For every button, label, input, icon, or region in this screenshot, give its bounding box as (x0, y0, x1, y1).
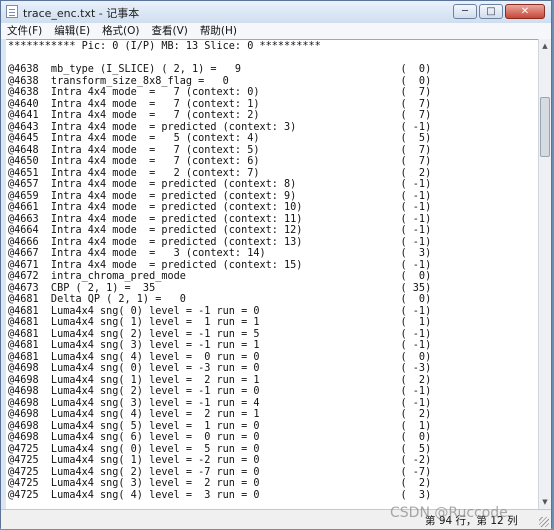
text-line[interactable]: @4650 Intra 4x4 mode = 7 (context: 6) ( … (8, 156, 431, 167)
text-line[interactable]: *********** Pic: 0 (I/P) MB: 13 Slice: 0… (8, 41, 321, 52)
text-line[interactable]: @4672 intra_chroma_pred_mode ( 0) (8, 271, 431, 282)
text-line[interactable]: @4698 Luma4x4 sng( 1) level = 2 run = 1 … (8, 375, 431, 386)
menu-bar: 文件(F) 编辑(E) 格式(O) 查看(V) 帮助(H) (1, 23, 551, 39)
text-line[interactable]: @4645 Intra 4x4 mode = 5 (context: 4) ( … (8, 133, 431, 144)
text-line[interactable]: @4643 Intra 4x4 mode = predicted (contex… (8, 122, 431, 133)
text-line[interactable]: @4659 Intra 4x4 mode = predicted (contex… (8, 191, 431, 202)
text-line[interactable]: @4663 Intra 4x4 mode = predicted (contex… (8, 214, 431, 225)
editor-text[interactable]: *********** Pic: 0 (I/P) MB: 13 Slice: 0… (6, 40, 538, 501)
text-line[interactable]: @4657 Intra 4x4 mode = predicted (contex… (8, 179, 431, 190)
minimize-button[interactable]: ─ (453, 4, 477, 19)
text-line[interactable]: @4641 Intra 4x4 mode = 7 (context: 2) ( … (8, 110, 431, 121)
text-line[interactable]: @4698 Luma4x4 sng( 2) level = -1 run = 0… (8, 386, 431, 397)
window-controls: ─ □ ✕ (453, 4, 545, 19)
text-line[interactable]: @4648 Intra 4x4 mode = 7 (context: 5) ( … (8, 145, 431, 156)
text-line[interactable]: @4666 Intra 4x4 mode = predicted (contex… (8, 237, 431, 248)
text-line[interactable]: @4638 mb_type (I_SLICE) ( 2, 1) = 9 ( 0) (8, 64, 431, 75)
text-line[interactable]: @4725 Luma4x4 sng( 0) level = 5 run = 0 … (8, 444, 431, 455)
title-bar[interactable]: trace_enc.txt - 记事本 ─ □ ✕ (1, 1, 551, 23)
menu-format[interactable]: 格式(O) (96, 23, 145, 39)
text-line[interactable]: @4725 Luma4x4 sng( 1) level = -2 run = 0… (8, 455, 431, 466)
text-line[interactable]: @4698 Luma4x4 sng( 5) level = 1 run = 0 … (8, 421, 431, 432)
text-line[interactable]: @4640 Intra 4x4 mode = 7 (context: 1) ( … (8, 99, 431, 110)
close-button[interactable]: ✕ (505, 4, 545, 19)
text-line[interactable]: @4667 Intra 4x4 mode = 3 (context: 14) (… (8, 248, 431, 259)
text-line[interactable]: @4698 Luma4x4 sng( 6) level = 0 run = 0 … (8, 432, 431, 443)
text-line[interactable]: @4681 Luma4x4 sng( 3) level = -1 run = 1… (8, 340, 431, 351)
scroll-down-icon[interactable]: ▼ (539, 495, 551, 509)
text-line[interactable]: @4671 Intra 4x4 mode = predicted (contex… (8, 260, 431, 271)
text-line[interactable]: @4638 transform_size_8x8_flag = 0 ( 0) (8, 76, 431, 87)
text-line[interactable]: @4698 Luma4x4 sng( 0) level = -3 run = 0… (8, 363, 431, 374)
vertical-scrollbar[interactable]: ▲ ▼ (538, 39, 551, 509)
text-line[interactable]: @4651 Intra 4x4 mode = 2 (context: 7) ( … (8, 168, 431, 179)
text-line[interactable]: @4725 Luma4x4 sng( 2) level = -7 run = 0… (8, 467, 431, 478)
resize-grip-icon[interactable] (539, 517, 549, 527)
text-line[interactable]: @4725 Luma4x4 sng( 3) level = 2 run = 0 … (8, 478, 431, 489)
text-line[interactable]: @4681 Luma4x4 sng( 4) level = 0 run = 0 … (8, 352, 431, 363)
text-line[interactable]: @4681 Luma4x4 sng( 1) level = 1 run = 1 … (8, 317, 431, 328)
text-line[interactable]: @4661 Intra 4x4 mode = predicted (contex… (8, 202, 431, 213)
text-line[interactable]: @4698 Luma4x4 sng( 4) level = 2 run = 1 … (8, 409, 431, 420)
menu-help[interactable]: 帮助(H) (194, 23, 243, 39)
text-line[interactable]: @4664 Intra 4x4 mode = predicted (contex… (8, 225, 431, 236)
text-line[interactable]: @4725 Luma4x4 sng( 4) level = 3 run = 0 … (8, 490, 431, 501)
watermark: CSDN @Ruccode (390, 505, 508, 521)
menu-edit[interactable]: 编辑(E) (48, 23, 96, 39)
scroll-thumb[interactable] (540, 97, 550, 157)
text-line[interactable]: @4638 Intra 4x4 mode = 7 (context: 0) ( … (8, 87, 431, 98)
maximize-button[interactable]: □ (479, 4, 503, 19)
notepad-window: trace_enc.txt - 记事本 ─ □ ✕ 文件(F) 编辑(E) 格式… (0, 0, 552, 529)
scroll-up-icon[interactable]: ▲ (539, 39, 551, 53)
text-line[interactable]: @4698 Luma4x4 sng( 3) level = -1 run = 4… (8, 398, 431, 409)
menu-view[interactable]: 查看(V) (146, 23, 194, 39)
text-line[interactable]: @4673 CBP ( 2, 1) = 35 ( 35) (8, 283, 431, 294)
text-line[interactable]: @4681 Delta QP ( 2, 1) = 0 ( 0) (8, 294, 431, 305)
menu-file[interactable]: 文件(F) (1, 23, 48, 39)
text-line[interactable]: @4681 Luma4x4 sng( 0) level = -1 run = 0… (8, 306, 431, 317)
text-line[interactable]: @4681 Luma4x4 sng( 2) level = -1 run = 5… (8, 329, 431, 340)
text-editor[interactable]: *********** Pic: 0 (I/P) MB: 13 Slice: 0… (6, 39, 538, 510)
window-title: trace_enc.txt - 记事本 (23, 7, 140, 20)
notepad-icon[interactable] (6, 5, 18, 18)
